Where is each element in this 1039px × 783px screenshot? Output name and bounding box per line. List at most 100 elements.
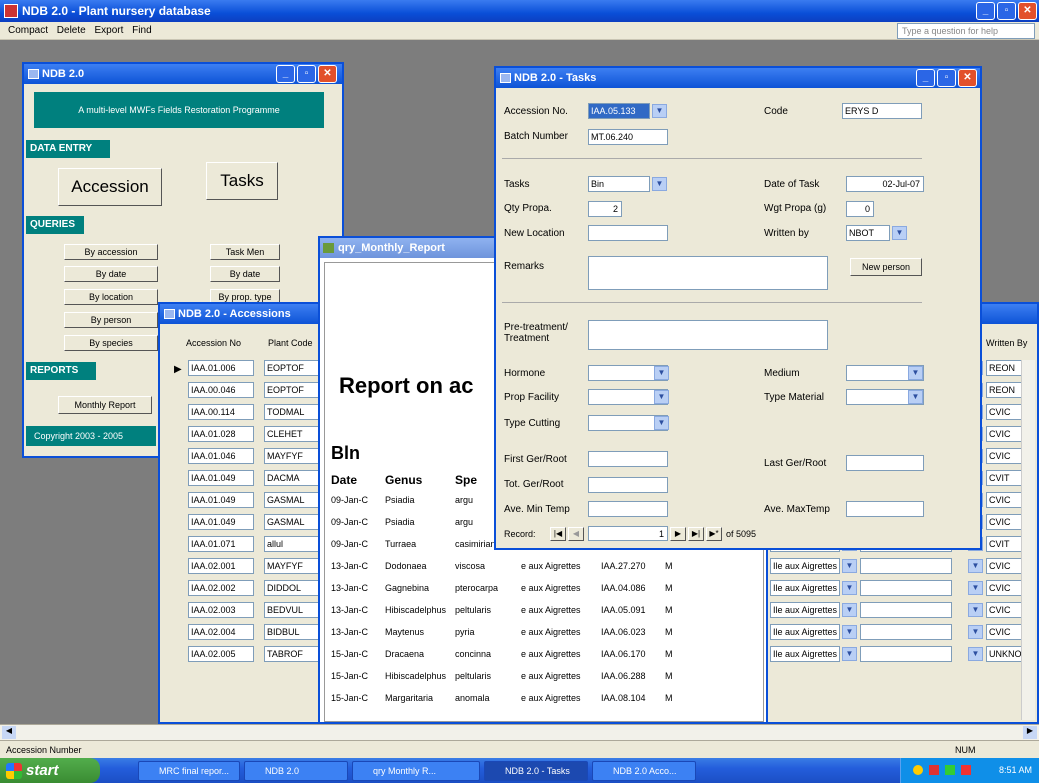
table-row-plant-code[interactable]: TODMAL bbox=[264, 404, 320, 420]
table-row-blank-field[interactable] bbox=[860, 558, 952, 574]
table-row-plant-code[interactable]: EOPTOF bbox=[264, 382, 320, 398]
date-field[interactable]: 02-Jul-07 bbox=[846, 176, 924, 192]
table-row-plant-code[interactable]: MAYFYF bbox=[264, 558, 320, 574]
table-row-written-by[interactable]: CVIT bbox=[986, 470, 1022, 486]
menu-delete[interactable]: Delete bbox=[57, 25, 86, 36]
by-species-button[interactable]: By species bbox=[64, 335, 158, 351]
table-row-written-by[interactable]: UNKNO bbox=[986, 646, 1022, 662]
dropdown-icon[interactable]: ▼ bbox=[968, 625, 983, 639]
last-ger-field[interactable] bbox=[846, 455, 924, 471]
table-row-written-by[interactable]: CVIC bbox=[986, 492, 1022, 508]
table-row-blank-field[interactable] bbox=[860, 646, 952, 662]
accession-field[interactable]: IAA.05.133 bbox=[588, 103, 650, 119]
accession-dropdown-icon[interactable]: ▼ bbox=[652, 104, 667, 118]
taskbar-item-monthly-report[interactable]: qry Monthly R... bbox=[352, 761, 480, 781]
dropdown-icon[interactable]: ▼ bbox=[842, 559, 857, 573]
table-row-accession[interactable]: IAA.01.028 bbox=[188, 426, 254, 442]
by-location-button[interactable]: By location bbox=[64, 289, 158, 305]
table-row-accession[interactable]: IAA.01.071 bbox=[188, 536, 254, 552]
table-row-accession[interactable]: IAA.02.003 bbox=[188, 602, 254, 618]
table-row-accession[interactable]: IAA.00.114 bbox=[188, 404, 254, 420]
dropdown-icon[interactable]: ▼ bbox=[842, 581, 857, 595]
app-maximize-button[interactable]: ▫ bbox=[997, 2, 1016, 20]
table-row-accession[interactable]: IAA.02.004 bbox=[188, 624, 254, 640]
table-row-plant-code[interactable]: MAYFYF bbox=[264, 448, 320, 464]
type-material-dropdown-icon[interactable]: ▼ bbox=[908, 390, 923, 404]
new-record-button[interactable]: ▶* bbox=[706, 527, 722, 541]
table-row-written-by[interactable]: REON bbox=[986, 382, 1022, 398]
table-row-location[interactable]: Ile aux Aigrettes bbox=[770, 624, 840, 640]
table-row-accession[interactable]: IAA.01.049 bbox=[188, 492, 254, 508]
by-person-button[interactable]: By person bbox=[64, 312, 158, 328]
prev-record-button[interactable]: ◀ bbox=[568, 527, 584, 541]
table-row-written-by[interactable]: CVIC bbox=[986, 558, 1022, 574]
last-record-button[interactable]: ▶| bbox=[688, 527, 704, 541]
menu-compact[interactable]: Compact bbox=[8, 25, 48, 36]
dropdown-icon[interactable]: ▼ bbox=[968, 559, 983, 573]
app-minimize-button[interactable]: _ bbox=[976, 2, 995, 20]
task-by-date-button[interactable]: By date bbox=[210, 266, 280, 282]
table-row-plant-code[interactable]: GASMAL bbox=[264, 514, 320, 530]
scroll-right-icon[interactable]: ▶ bbox=[1023, 726, 1037, 739]
table-row-plant-code[interactable]: GASMAL bbox=[264, 492, 320, 508]
by-accession-button[interactable]: By accession bbox=[64, 244, 158, 260]
minimize-button[interactable]: _ bbox=[916, 69, 935, 87]
table-row-location[interactable]: Ile aux Aigrettes bbox=[770, 646, 840, 662]
taskbar-item-mrc-report[interactable]: MRC final repor... bbox=[138, 761, 240, 781]
dropdown-icon[interactable]: ▼ bbox=[968, 581, 983, 595]
table-row-plant-code[interactable]: EOPTOF bbox=[264, 360, 320, 376]
table-row-written-by[interactable]: CVIC bbox=[986, 624, 1022, 640]
accessions-scrollbar[interactable] bbox=[1021, 360, 1035, 720]
new-location-field[interactable] bbox=[588, 225, 668, 241]
table-row-plant-code[interactable]: DIDDOL bbox=[264, 580, 320, 596]
tray-icon[interactable] bbox=[913, 765, 923, 775]
tray-icon[interactable] bbox=[929, 765, 939, 775]
qty-field[interactable]: 2 bbox=[588, 201, 622, 217]
task-menu-button[interactable]: Task Men bbox=[210, 244, 280, 260]
wgt-field[interactable]: 0 bbox=[846, 201, 874, 217]
accession-button[interactable]: Accession bbox=[58, 168, 162, 206]
close-button[interactable]: ✕ bbox=[958, 69, 977, 87]
first-ger-field[interactable] bbox=[588, 451, 668, 467]
minimize-button[interactable]: _ bbox=[276, 65, 295, 83]
maximize-button[interactable]: ▫ bbox=[297, 65, 316, 83]
dropdown-icon[interactable]: ▼ bbox=[968, 647, 983, 661]
table-row-plant-code[interactable]: DACMA bbox=[264, 470, 320, 486]
by-date-button[interactable]: By date bbox=[64, 266, 158, 282]
remarks-field[interactable] bbox=[588, 256, 828, 290]
dropdown-icon[interactable]: ▼ bbox=[968, 603, 983, 617]
table-row-written-by[interactable]: CVIC bbox=[986, 602, 1022, 618]
help-question-box[interactable]: Type a question for help bbox=[897, 23, 1035, 39]
menu-export[interactable]: Export bbox=[94, 25, 123, 36]
table-row-accession[interactable]: IAA.01.049 bbox=[188, 514, 254, 530]
table-row-location[interactable]: Ile aux Aigrettes bbox=[770, 602, 840, 618]
code-field[interactable]: ERYS D bbox=[842, 103, 922, 119]
scroll-left-icon[interactable]: ◀ bbox=[2, 726, 16, 739]
pretreatment-field[interactable] bbox=[588, 320, 828, 350]
tray-icon[interactable] bbox=[945, 765, 955, 775]
table-row-accession[interactable]: IAA.00.046 bbox=[188, 382, 254, 398]
medium-dropdown-icon[interactable]: ▼ bbox=[908, 366, 923, 380]
hormone-dropdown-icon[interactable]: ▼ bbox=[654, 366, 669, 380]
type-cutting-dropdown-icon[interactable]: ▼ bbox=[654, 416, 669, 430]
monthly-report-button[interactable]: Monthly Report bbox=[58, 396, 152, 414]
tray-icon[interactable] bbox=[961, 765, 971, 775]
table-row-written-by[interactable]: CVIT bbox=[986, 536, 1022, 552]
batch-field[interactable]: MT.06.240 bbox=[588, 129, 668, 145]
tot-ger-field[interactable] bbox=[588, 477, 668, 493]
table-row-plant-code[interactable]: BIDBUL bbox=[264, 624, 320, 640]
horizontal-scrollbar[interactable]: ◀ ▶ bbox=[0, 724, 1039, 740]
table-row-blank-field[interactable] bbox=[860, 624, 952, 640]
record-number-field[interactable]: 1 bbox=[588, 526, 668, 541]
dropdown-icon[interactable]: ▼ bbox=[842, 625, 857, 639]
prop-facility-dropdown-icon[interactable]: ▼ bbox=[654, 390, 669, 404]
menu-find[interactable]: Find bbox=[132, 25, 151, 36]
table-row-accession[interactable]: IAA.01.049 bbox=[188, 470, 254, 486]
tasks-title-bar[interactable]: NDB 2.0 - Tasks _ ▫ ✕ bbox=[496, 68, 980, 88]
table-row-plant-code[interactable]: CLEHET bbox=[264, 426, 320, 442]
table-row-plant-code[interactable]: allul bbox=[264, 536, 320, 552]
table-row-location[interactable]: Ile aux Aigrettes bbox=[770, 580, 840, 596]
main-window-title-bar[interactable]: NDB 2.0 _ ▫ ✕ bbox=[24, 64, 342, 84]
table-row-accession[interactable]: IAA.01.046 bbox=[188, 448, 254, 464]
table-row-written-by[interactable]: CVIC bbox=[986, 514, 1022, 530]
